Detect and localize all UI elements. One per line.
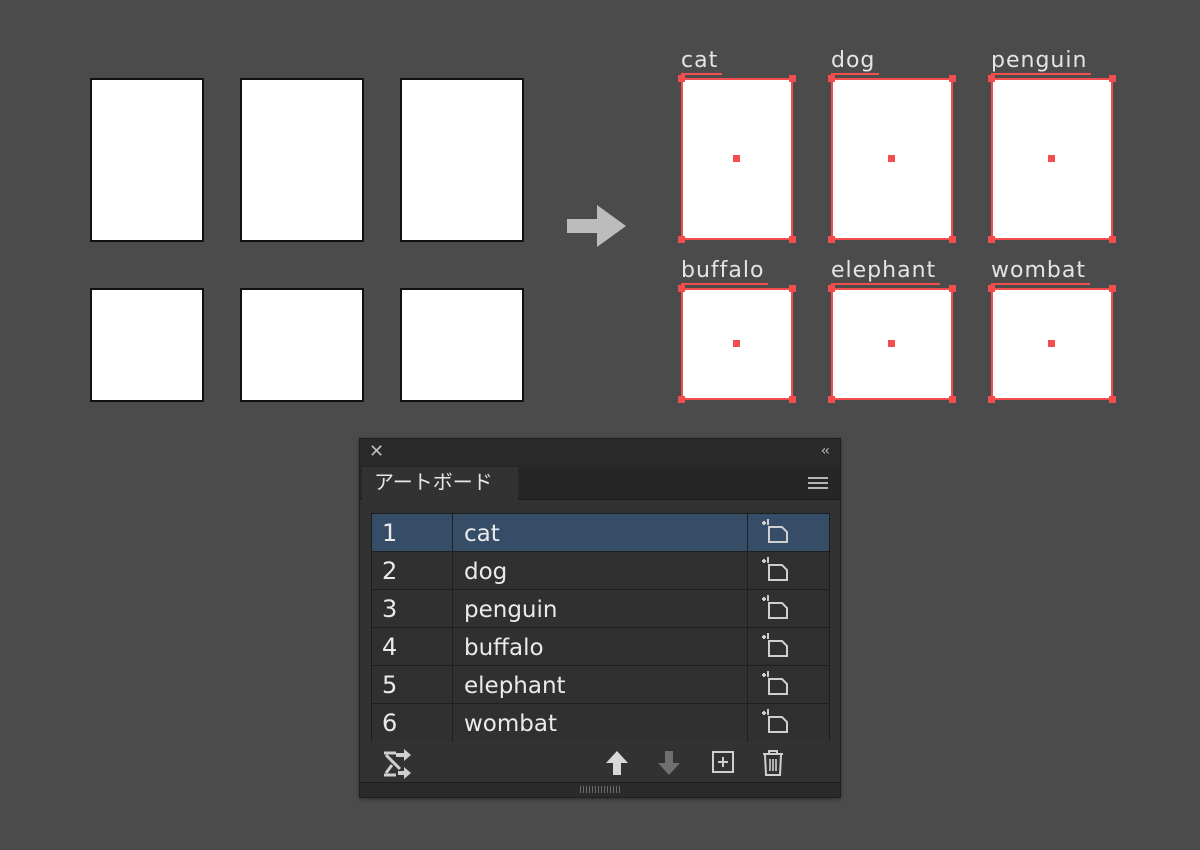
resize-grip[interactable]: [580, 786, 620, 793]
panel-tab-row: アートボード: [360, 465, 840, 500]
move-up-icon[interactable]: [605, 749, 629, 777]
arrow-right-icon: [567, 205, 626, 247]
artboard-before-3[interactable]: [400, 78, 524, 242]
row-number: 2: [372, 552, 453, 589]
artboard-options-icon[interactable]: [749, 704, 829, 742]
list-item[interactable]: 6 wombat: [372, 704, 829, 742]
list-item[interactable]: 4 buffalo: [372, 628, 829, 666]
list-item[interactable]: 5 elephant: [372, 666, 829, 704]
panel-menu-icon[interactable]: [808, 477, 828, 490]
row-number: 6: [372, 704, 453, 742]
artboard-dog[interactable]: [828, 75, 956, 243]
artboard-before-5[interactable]: [240, 288, 364, 402]
move-down-icon[interactable]: [657, 749, 681, 777]
artboard-wombat[interactable]: [988, 285, 1116, 403]
artboard-options-icon[interactable]: [749, 590, 829, 627]
panel-titlebar[interactable]: ✕ ‹‹: [360, 439, 840, 465]
artboard-before-6[interactable]: [400, 288, 524, 402]
panel-resize-bar[interactable]: [360, 782, 840, 797]
artboard-options-icon[interactable]: [749, 666, 829, 703]
artboard-label-buffalo: buffalo: [681, 259, 769, 285]
artboard-list: 1 cat 2 dog 3 penguin 4 buffalo 5 elepha…: [371, 513, 830, 742]
artboard-before-4[interactable]: [90, 288, 204, 402]
collapse-icon[interactable]: ‹‹: [821, 442, 830, 460]
rearrange-icon[interactable]: [382, 749, 412, 779]
artboard-options-icon[interactable]: [749, 628, 829, 665]
row-number: 3: [372, 590, 453, 627]
artboard-elephant[interactable]: [828, 285, 956, 403]
artboard-cat[interactable]: [678, 75, 796, 243]
artboard-options-icon[interactable]: [749, 514, 829, 551]
artboard-options-icon[interactable]: [749, 552, 829, 589]
artboard-label-wombat: wombat: [991, 259, 1090, 285]
artboard-before-1[interactable]: [90, 78, 204, 242]
new-artboard-icon[interactable]: [711, 749, 735, 775]
row-name[interactable]: penguin: [454, 590, 748, 627]
close-icon[interactable]: ✕: [369, 442, 384, 462]
delete-icon[interactable]: [761, 749, 785, 777]
tab-artboards[interactable]: アートボード: [362, 467, 518, 500]
artboard-label-dog: dog: [831, 49, 880, 75]
row-name[interactable]: buffalo: [454, 628, 748, 665]
artboard-penguin[interactable]: [988, 75, 1116, 243]
row-number: 1: [372, 514, 453, 551]
artboard-buffalo[interactable]: [678, 285, 796, 403]
artboard-label-elephant: elephant: [831, 259, 941, 285]
row-number: 4: [372, 628, 453, 665]
row-name[interactable]: cat: [454, 514, 748, 551]
row-name[interactable]: dog: [454, 552, 748, 589]
panel-toolbar: [360, 743, 840, 783]
row-name[interactable]: wombat: [454, 704, 748, 742]
list-item[interactable]: 1 cat: [372, 514, 829, 552]
artboard-label-penguin: penguin: [991, 49, 1092, 75]
row-name[interactable]: elephant: [454, 666, 748, 703]
list-item[interactable]: 2 dog: [372, 552, 829, 590]
row-number: 5: [372, 666, 453, 703]
artboards-panel: ✕ ‹‹ アートボード 1 cat 2 dog 3 penguin 4 buff…: [359, 438, 841, 798]
artboard-label-cat: cat: [681, 49, 723, 75]
artboard-before-2[interactable]: [240, 78, 364, 242]
list-item[interactable]: 3 penguin: [372, 590, 829, 628]
